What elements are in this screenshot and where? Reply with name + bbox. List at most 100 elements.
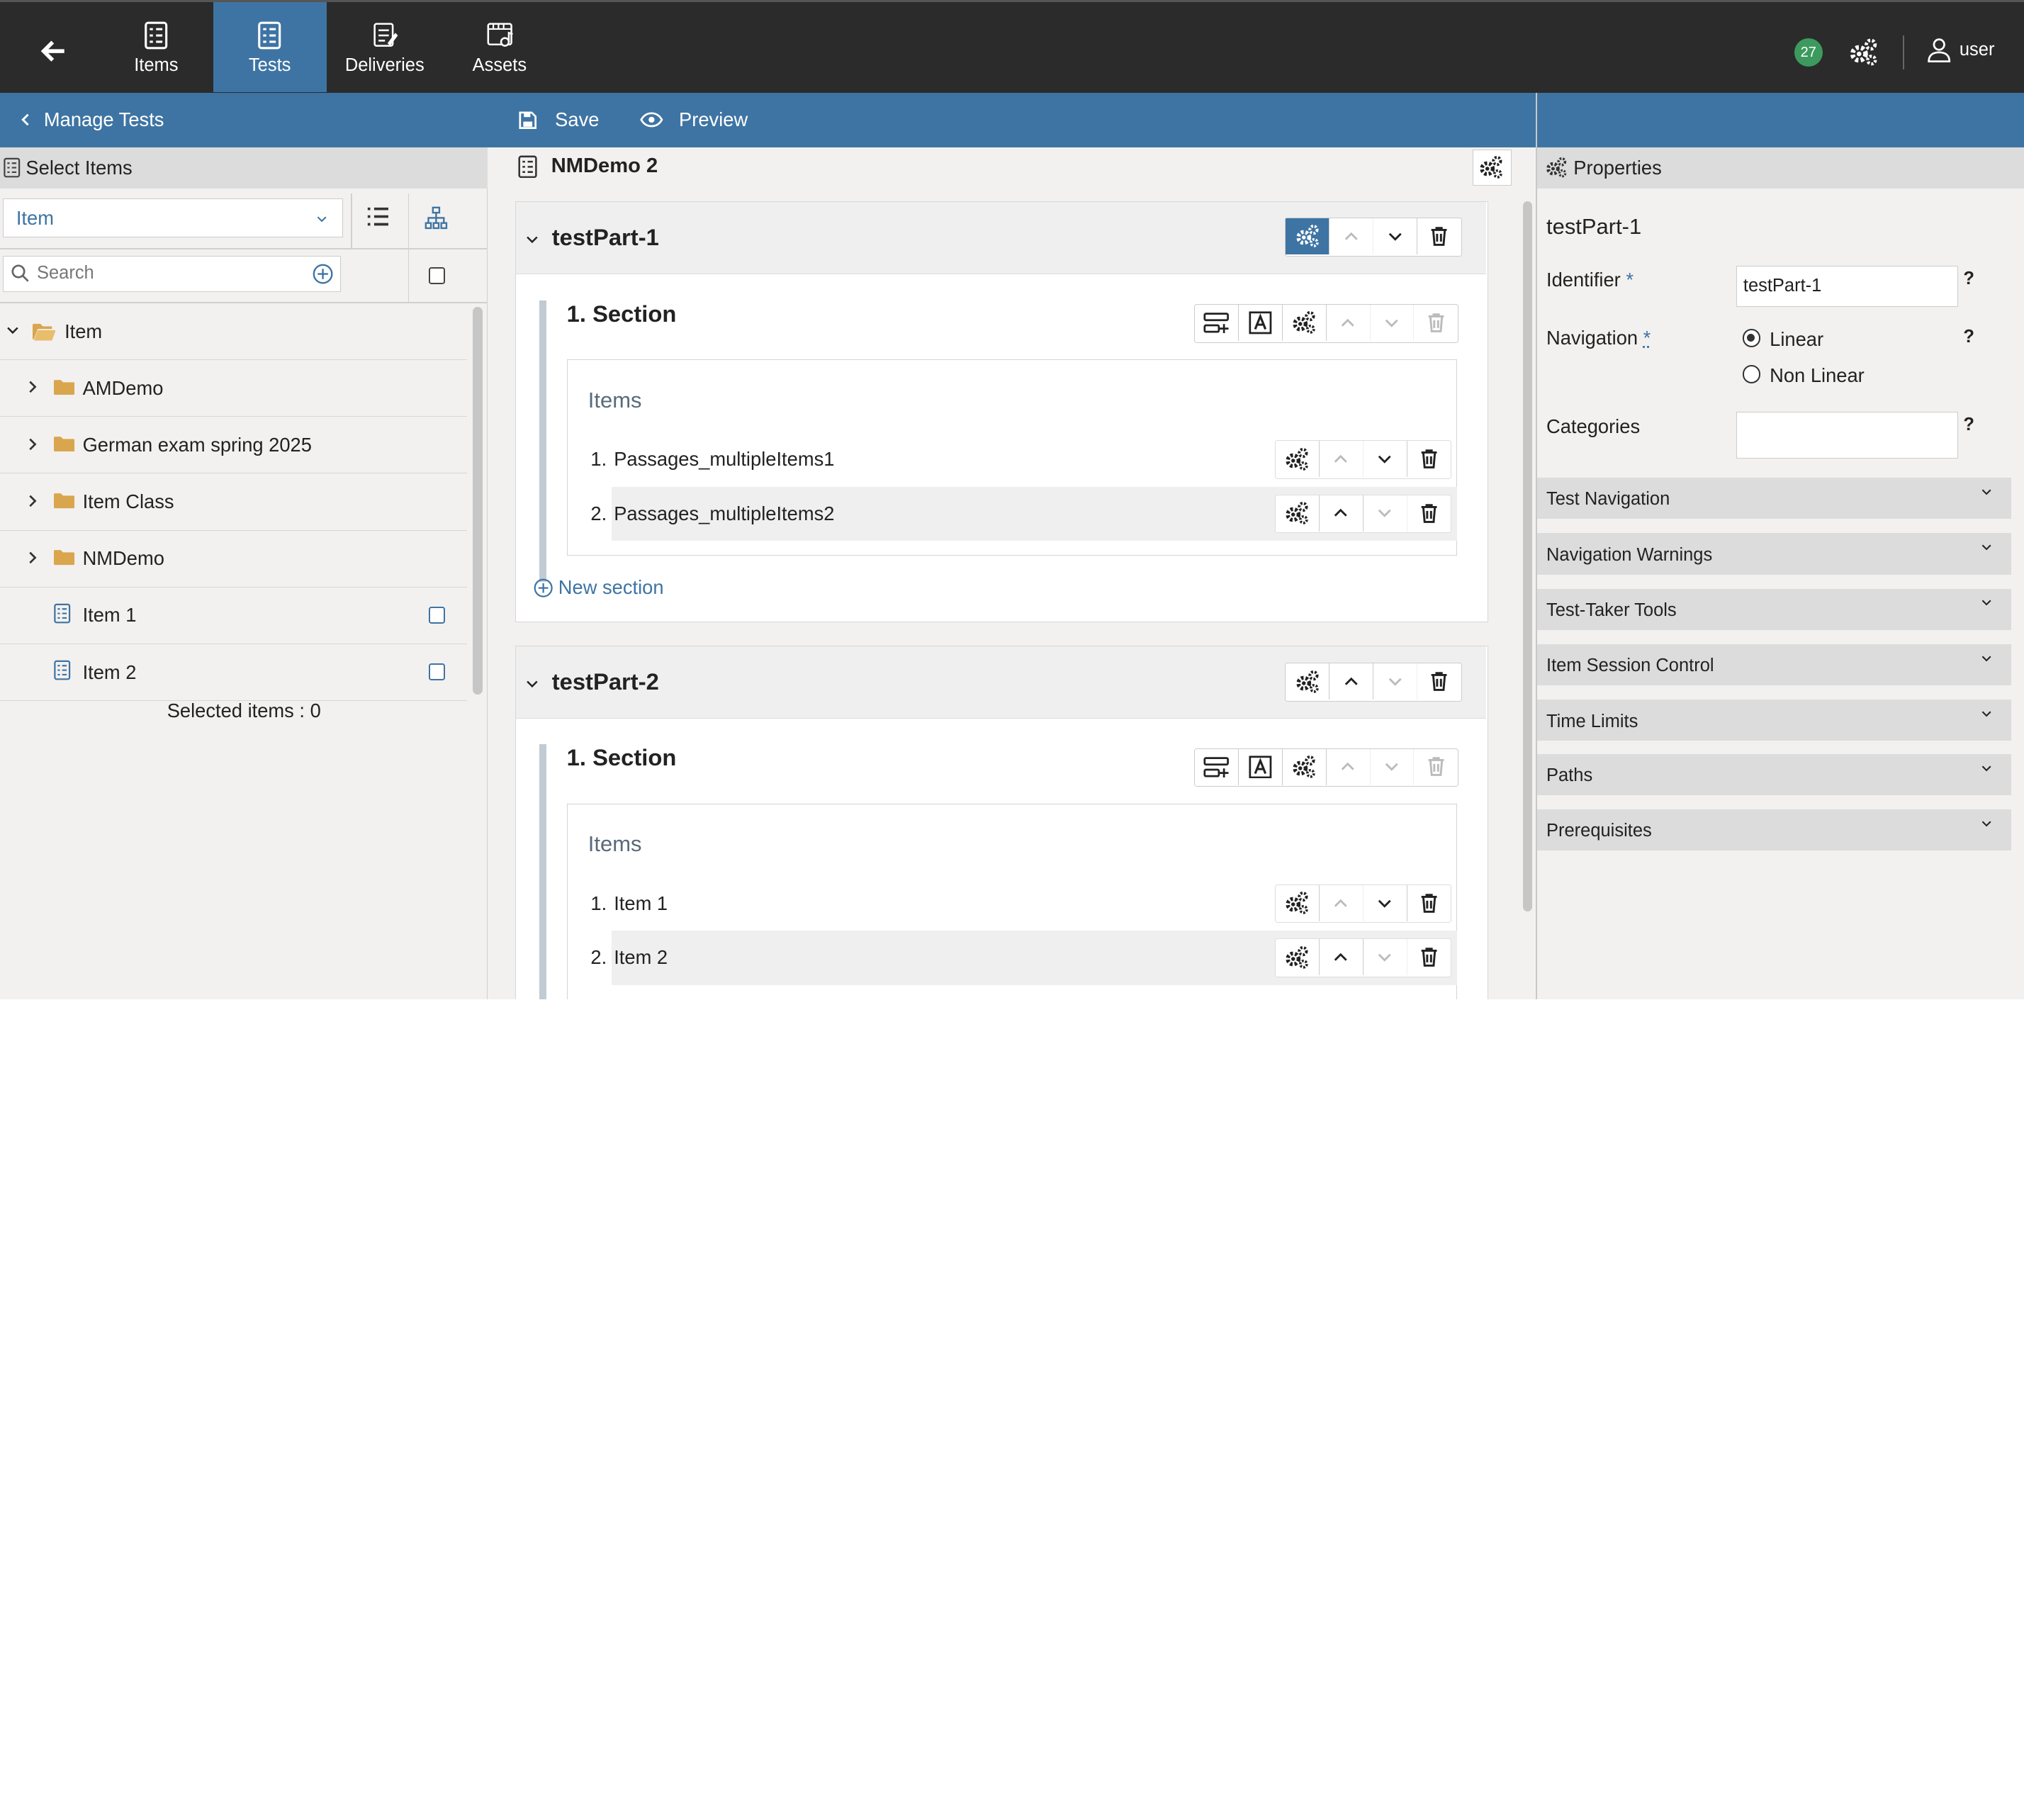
- search-input[interactable]: Search: [2, 255, 341, 292]
- move-down-button[interactable]: [1364, 939, 1407, 976]
- items-label: Items: [587, 831, 642, 857]
- test-item-row[interactable]: 1. Item 1: [590, 877, 1457, 931]
- editor-scrollbar[interactable]: [1523, 201, 1532, 911]
- accordion-item-session-control[interactable]: Item Session Control: [1537, 644, 2011, 686]
- test-item-row[interactable]: 1. Passages_multipleItems1: [590, 432, 1457, 486]
- identifier-input[interactable]: testPart-1: [1736, 266, 1959, 308]
- section-settings-button[interactable]: [1283, 748, 1327, 785]
- select-all-checkbox[interactable]: [428, 267, 446, 284]
- navigation-help-icon[interactable]: ?: [1963, 327, 1974, 347]
- test-item-row[interactable]: 2. Passages_multipleItems2: [590, 486, 1457, 541]
- delete-button[interactable]: [1414, 749, 1458, 785]
- accordion-navigation-warnings[interactable]: Navigation Warnings: [1537, 533, 2011, 575]
- nonlinear-radio[interactable]: [1742, 365, 1761, 383]
- section-settings-button[interactable]: [1283, 304, 1327, 341]
- move-down-button[interactable]: [1373, 218, 1418, 254]
- rubric-block-button[interactable]: [1239, 304, 1283, 341]
- tab-assets[interactable]: Assets: [443, 2, 556, 92]
- test-settings-button[interactable]: [1473, 150, 1512, 186]
- insert-item-button[interactable]: [1195, 304, 1239, 341]
- delete-button[interactable]: [1407, 939, 1451, 975]
- settings-gear-icon[interactable]: [1848, 37, 1879, 68]
- delete-button[interactable]: [1417, 218, 1461, 254]
- accordion-label: Prerequisites: [1546, 821, 1652, 841]
- move-up-button[interactable]: [1320, 441, 1364, 478]
- accordion-test-navigation[interactable]: Test Navigation: [1537, 477, 2011, 519]
- new-section-button[interactable]: New section: [534, 576, 664, 599]
- delete-button[interactable]: [1414, 305, 1458, 341]
- chevron-down-icon[interactable]: [5, 322, 21, 338]
- back-arrow-icon[interactable]: [33, 30, 74, 72]
- move-up-button[interactable]: [1327, 748, 1371, 785]
- item-settings-button[interactable]: [1276, 939, 1320, 976]
- move-up-button[interactable]: [1329, 218, 1374, 254]
- tree-folder[interactable]: AMDemo: [0, 360, 468, 417]
- categories-input[interactable]: [1736, 412, 1959, 459]
- chevron-right-icon[interactable]: [25, 550, 40, 566]
- tab-deliveries[interactable]: Deliveries: [328, 2, 442, 92]
- chevron-right-icon[interactable]: [25, 493, 40, 509]
- tree-item[interactable]: Item 2: [0, 644, 468, 701]
- linear-radio[interactable]: [1742, 329, 1761, 347]
- item-settings-button[interactable]: [1276, 441, 1320, 478]
- item-settings-button[interactable]: [1276, 884, 1320, 921]
- list-view-icon[interactable]: [366, 206, 390, 227]
- delete-button[interactable]: [1407, 441, 1451, 477]
- add-circle-icon[interactable]: [313, 264, 333, 284]
- user-menu[interactable]: user: [1926, 37, 1994, 63]
- tree-item[interactable]: Item 1: [0, 587, 468, 644]
- part-settings-button[interactable]: [1286, 218, 1330, 254]
- navigation-label: Navigation *: [1546, 326, 1651, 349]
- move-down-button[interactable]: [1364, 495, 1407, 532]
- chevron-right-icon[interactable]: [25, 379, 40, 395]
- tab-tests[interactable]: Tests: [213, 2, 327, 93]
- item-checkbox[interactable]: [428, 663, 446, 680]
- delete-button[interactable]: [1417, 663, 1461, 700]
- move-down-button[interactable]: [1364, 884, 1407, 921]
- chevron-down-icon[interactable]: [524, 676, 540, 692]
- move-down-button[interactable]: [1371, 304, 1415, 341]
- test-item-row[interactable]: 2. Item 2: [590, 931, 1457, 985]
- move-up-button[interactable]: [1320, 884, 1364, 921]
- tree-folder[interactable]: NMDemo: [0, 530, 468, 588]
- tree-scrollbar[interactable]: [472, 307, 483, 695]
- move-down-button[interactable]: [1373, 663, 1418, 700]
- tree-view-icon[interactable]: [425, 206, 448, 230]
- notification-badge[interactable]: 27: [1794, 38, 1823, 67]
- accordion-test-taker-tools[interactable]: Test-Taker Tools: [1537, 588, 2011, 630]
- manage-tests-label: Manage Tests: [43, 108, 164, 131]
- manage-tests-link[interactable]: Manage Tests: [18, 93, 164, 147]
- chevron-down-icon: [1980, 707, 1993, 720]
- preview-button[interactable]: Preview: [640, 93, 748, 147]
- save-button[interactable]: Save: [519, 93, 599, 147]
- item-settings-button[interactable]: [1276, 495, 1320, 532]
- move-up-button[interactable]: [1320, 495, 1364, 532]
- tree-folder-label: NMDemo: [82, 547, 164, 570]
- insert-item-button[interactable]: [1195, 748, 1239, 785]
- tree-folder[interactable]: Item Class: [0, 473, 468, 531]
- categories-help-icon[interactable]: ?: [1963, 415, 1974, 435]
- accordion-paths[interactable]: Paths: [1537, 753, 2011, 795]
- item-type-select[interactable]: Item: [2, 198, 344, 238]
- part-settings-button[interactable]: [1286, 663, 1330, 700]
- delete-button[interactable]: [1407, 495, 1451, 532]
- rubric-block-button[interactable]: [1239, 748, 1283, 785]
- tree-folder[interactable]: German exam spring 2025: [0, 417, 468, 474]
- tab-items[interactable]: Items: [99, 2, 213, 92]
- item-checkbox[interactable]: [428, 607, 446, 624]
- identifier-help-icon[interactable]: ?: [1963, 269, 1974, 289]
- move-up-button[interactable]: [1320, 939, 1364, 976]
- tree-root-item[interactable]: Item: [0, 303, 468, 361]
- delete-button[interactable]: [1407, 885, 1451, 921]
- move-down-button[interactable]: [1371, 748, 1415, 785]
- chevron-right-icon[interactable]: [25, 437, 40, 452]
- accordion-label: Item Session Control: [1546, 656, 1714, 676]
- move-down-button[interactable]: [1364, 441, 1407, 478]
- section-title: 1. Section: [566, 744, 677, 771]
- move-up-button[interactable]: [1327, 304, 1371, 341]
- chevron-down-icon[interactable]: [524, 232, 540, 247]
- accordion-time-limits[interactable]: Time Limits: [1537, 700, 2011, 741]
- accordion-prerequisites[interactable]: Prerequisites: [1537, 809, 2011, 851]
- gear-icon: [1545, 156, 1568, 179]
- move-up-button[interactable]: [1329, 663, 1374, 700]
